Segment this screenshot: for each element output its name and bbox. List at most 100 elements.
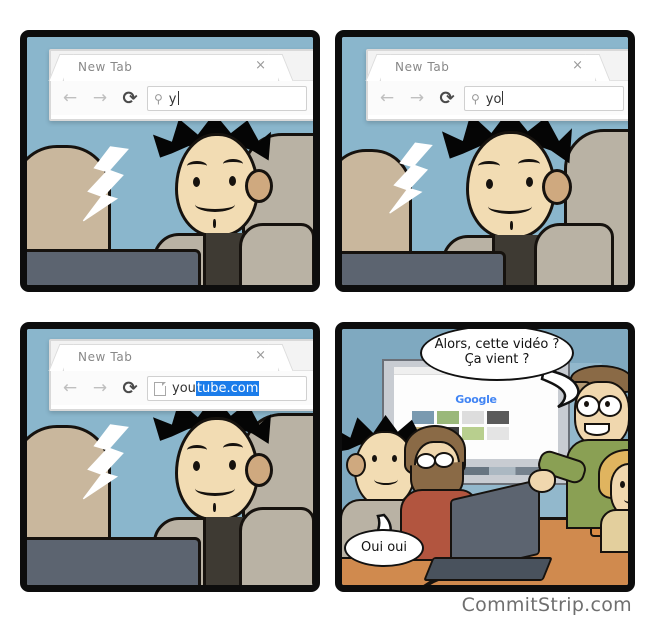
ear [542, 169, 572, 205]
panel-2-scene: New Tab × ← → ⟳ ⚲ yo [342, 37, 628, 285]
address-bar-text: yo [485, 90, 504, 107]
panel-1-scene: New Tab × ← → ⟳ ⚲ y [27, 37, 313, 285]
browser-tab[interactable]: New Tab × [63, 344, 279, 371]
eyebrow-left [187, 161, 207, 171]
browser-tab-bar: New Tab × [368, 51, 628, 81]
eyebrow-right [223, 443, 243, 453]
back-arrow-icon[interactable]: ← [59, 377, 81, 399]
eye-right [229, 176, 236, 186]
browser-window[interactable]: New Tab × ← → ⟳ youtube.com [49, 339, 313, 411]
forward-arrow-icon[interactable]: → [89, 87, 111, 109]
watermark: CommitStrip.com [461, 594, 632, 616]
ear [245, 453, 273, 487]
thumbnail [462, 411, 484, 424]
comic-panel-1: New Tab × ← → ⟳ ⚲ y [20, 30, 320, 292]
address-bar-text: y [168, 90, 179, 107]
jacket-right [239, 223, 313, 285]
mouth [195, 197, 235, 212]
thumbnail [412, 411, 434, 424]
eyebrow-right [223, 159, 243, 169]
reload-icon[interactable]: ⟳ [436, 87, 458, 109]
glasses-right-lens [598, 395, 622, 417]
comic-panel-2: New Tab × ← → ⟳ ⚲ yo [335, 30, 635, 292]
browser-nav-bar: ← → ⟳ ⚲ yo [368, 81, 628, 115]
panel-3-scene: New Tab × ← → ⟳ youtube.com [27, 329, 313, 585]
mouth [374, 474, 398, 485]
comic-strip: New Tab × ← → ⟳ ⚲ y New Tab × ← → ⟳ ⚲ yo… [0, 0, 650, 625]
browser-nav-bar: ← → ⟳ ⚲ y [51, 81, 313, 115]
eye-left [193, 461, 200, 471]
back-arrow-icon[interactable]: ← [59, 87, 81, 109]
close-icon[interactable]: × [255, 349, 266, 362]
jacket-right [239, 507, 313, 585]
body [600, 509, 628, 553]
ear [346, 453, 366, 477]
reload-icon[interactable]: ⟳ [119, 87, 141, 109]
browser-tab-bar: New Tab × [51, 51, 313, 81]
search-icon: ⚲ [154, 91, 163, 106]
thumbnail [487, 427, 509, 440]
chin-line [213, 503, 216, 512]
browser-window[interactable]: New Tab × ← → ⟳ ⚲ yo [366, 49, 628, 121]
glasses-right-lens [434, 452, 454, 468]
tab-title: New Tab [78, 350, 133, 364]
browser-tab[interactable]: New Tab × [380, 54, 596, 81]
browser-nav-bar: ← → ⟳ youtube.com [51, 371, 313, 405]
ear [245, 169, 273, 203]
google-logo: Google [455, 393, 497, 406]
speech-text-presenter: Alors, cette vidéo ? Ça vient ? [434, 337, 560, 367]
autocomplete-selection: tube.com [195, 381, 260, 396]
chin-line [510, 221, 513, 230]
eye-right [392, 455, 397, 462]
eyebrow-left [478, 161, 500, 171]
jagged-pointer [82, 424, 129, 500]
eyebrow-left [187, 445, 207, 455]
mouth [584, 423, 610, 436]
tab-title: New Tab [78, 60, 133, 74]
mouth [195, 481, 235, 496]
thumbnail [462, 427, 484, 440]
laptop-base [423, 557, 553, 581]
eye-right [605, 401, 610, 407]
panel-4-scene: Google Alors, cette vidéo ? Ça vient ? O… [342, 329, 628, 585]
address-bar[interactable]: youtube.com [147, 376, 307, 401]
laptop-screen [342, 251, 506, 285]
laptop-screen [27, 537, 201, 585]
speech-bubble-developer: Oui oui [344, 529, 424, 567]
eye-left [372, 455, 377, 462]
comic-panel-4: Google Alors, cette vidéo ? Ça vient ? O… [335, 322, 635, 592]
comic-panel-3: New Tab × ← → ⟳ youtube.com [20, 322, 320, 592]
page-icon [154, 381, 166, 396]
eyebrow-right [518, 159, 540, 169]
eye-right [526, 177, 533, 187]
glasses-left-lens [416, 453, 436, 469]
back-arrow-icon[interactable]: ← [376, 87, 398, 109]
reload-icon[interactable]: ⟳ [119, 377, 141, 399]
mouth [488, 199, 532, 214]
laptop-screen [27, 249, 201, 285]
chin-line [213, 219, 216, 228]
browser-tab[interactable]: New Tab × [63, 54, 279, 81]
hand [528, 469, 556, 493]
eye-right [229, 460, 236, 470]
address-bar[interactable]: ⚲ y [147, 86, 307, 111]
thumbnail [437, 411, 459, 424]
browser-tab-bar: New Tab × [51, 341, 313, 371]
search-icon: ⚲ [471, 91, 480, 106]
eye-left [620, 481, 625, 488]
close-icon[interactable]: × [572, 59, 583, 72]
jagged-pointer [389, 142, 433, 214]
tab-title: New Tab [395, 60, 450, 74]
close-icon[interactable]: × [255, 59, 266, 72]
speech-text-developer: Oui oui [360, 539, 408, 555]
jacket-right [534, 223, 614, 285]
forward-arrow-icon[interactable]: → [89, 377, 111, 399]
forward-arrow-icon[interactable]: → [406, 87, 428, 109]
jagged-pointer [82, 146, 129, 222]
browser-window[interactable]: New Tab × ← → ⟳ ⚲ y [49, 49, 313, 121]
thumbnail [487, 411, 509, 424]
eye-left [486, 179, 493, 189]
address-bar[interactable]: ⚲ yo [464, 86, 624, 111]
eye-left [193, 177, 200, 187]
address-bar-text: youtube.com [172, 381, 260, 396]
